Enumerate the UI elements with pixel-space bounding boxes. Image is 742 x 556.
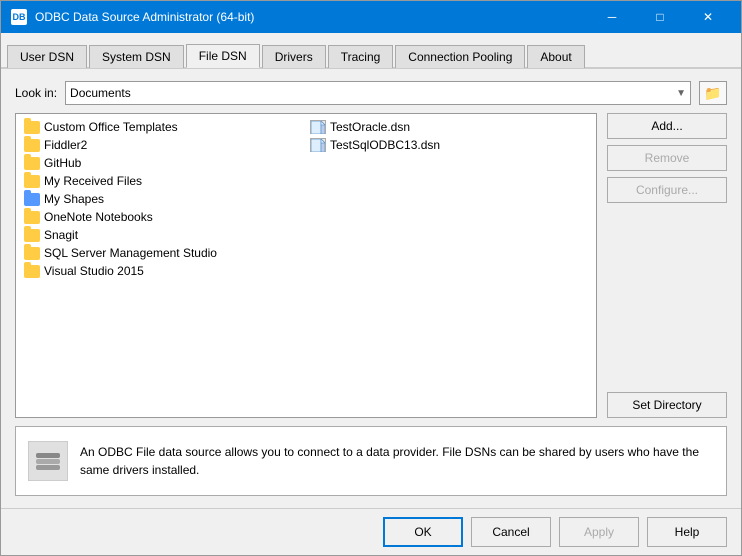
folder-browse-icon: 📁 <box>704 85 721 102</box>
remove-button[interactable]: Remove <box>607 145 727 171</box>
info-text: An ODBC File data source allows you to c… <box>80 443 714 479</box>
list-item[interactable]: Fiddler2 <box>20 136 306 154</box>
look-in-combo[interactable]: Documents ▼ <box>65 81 691 105</box>
dsn-file-icon <box>310 138 326 152</box>
look-in-row: Look in: Documents ▼ 📁 <box>15 81 727 105</box>
add-button[interactable]: Add... <box>607 113 727 139</box>
folder-icon <box>24 121 40 134</box>
close-button[interactable]: ✕ <box>685 7 731 27</box>
tab-system-dsn[interactable]: System DSN <box>89 45 184 68</box>
db-disk-1 <box>36 453 60 458</box>
combo-arrow-icon: ▼ <box>676 88 686 99</box>
list-item[interactable]: Visual Studio 2015 <box>20 262 306 280</box>
dsn-file-icon <box>310 120 326 134</box>
tab-file-dsn[interactable]: File DSN <box>186 44 260 68</box>
title-controls: ─ □ ✕ <box>589 7 731 27</box>
db-stack-icon <box>36 453 60 470</box>
db-disk-2 <box>36 459 60 464</box>
list-item[interactable]: TestSqlODBC13.dsn <box>306 136 592 154</box>
right-buttons-panel: Add... Remove Configure... Set Directory <box>607 113 727 418</box>
item-name: Custom Office Templates <box>44 120 178 134</box>
folder-icon <box>24 211 40 224</box>
apply-button[interactable]: Apply <box>559 517 639 547</box>
tab-user-dsn[interactable]: User DSN <box>7 45 87 68</box>
main-row: Custom Office Templates Fiddler2 GitHub … <box>15 113 727 418</box>
maximize-button[interactable]: □ <box>637 7 683 27</box>
item-name: Snagit <box>44 228 78 242</box>
list-item[interactable]: SQL Server Management Studio <box>20 244 306 262</box>
item-name: My Received Files <box>44 174 142 188</box>
list-item[interactable]: TestOracle.dsn <box>306 118 592 136</box>
folder-icon <box>24 229 40 242</box>
bottom-bar: OK Cancel Apply Help <box>1 508 741 555</box>
title-bar-left: DB ODBC Data Source Administrator (64-bi… <box>11 9 254 25</box>
file-column-right: TestOracle.dsn TestSqlODBC13.dsn <box>306 118 592 280</box>
main-content: Look in: Documents ▼ 📁 Custom Office Tem… <box>1 69 741 508</box>
folder-icon <box>24 265 40 278</box>
info-section: An ODBC File data source allows you to c… <box>15 426 727 496</box>
list-item[interactable]: GitHub <box>20 154 306 172</box>
item-name: OneNote Notebooks <box>44 210 153 224</box>
folder-icon <box>24 247 40 260</box>
folder-icon <box>24 175 40 188</box>
cancel-button[interactable]: Cancel <box>471 517 551 547</box>
help-button[interactable]: Help <box>647 517 727 547</box>
browse-folder-button[interactable]: 📁 <box>699 81 727 105</box>
tabs-bar: User DSN System DSN File DSN Drivers Tra… <box>1 33 741 69</box>
list-item[interactable]: Snagit <box>20 226 306 244</box>
list-item[interactable]: Custom Office Templates <box>20 118 306 136</box>
item-name: Fiddler2 <box>44 138 87 152</box>
look-in-value: Documents <box>70 86 131 100</box>
item-name: My Shapes <box>44 192 104 206</box>
file-list[interactable]: Custom Office Templates Fiddler2 GitHub … <box>15 113 597 418</box>
folder-icon-blue <box>24 193 40 206</box>
db-disk-3 <box>36 465 60 470</box>
list-item[interactable]: OneNote Notebooks <box>20 208 306 226</box>
folder-icon <box>24 157 40 170</box>
configure-button[interactable]: Configure... <box>607 177 727 203</box>
folder-icon <box>24 139 40 152</box>
list-item[interactable]: My Received Files <box>20 172 306 190</box>
window-title: ODBC Data Source Administrator (64-bit) <box>35 10 254 24</box>
app-icon: DB <box>11 9 27 25</box>
item-name: Visual Studio 2015 <box>44 264 144 278</box>
main-window: DB ODBC Data Source Administrator (64-bi… <box>0 0 742 556</box>
item-name: TestOracle.dsn <box>330 120 410 134</box>
file-column-left: Custom Office Templates Fiddler2 GitHub … <box>20 118 306 280</box>
ok-button[interactable]: OK <box>383 517 463 547</box>
right-top-buttons: Add... Remove Configure... <box>607 113 727 203</box>
list-item[interactable]: My Shapes <box>20 190 306 208</box>
tab-about[interactable]: About <box>527 45 584 68</box>
look-in-label: Look in: <box>15 86 57 100</box>
item-name: GitHub <box>44 156 81 170</box>
tab-tracing[interactable]: Tracing <box>328 45 394 68</box>
minimize-button[interactable]: ─ <box>589 7 635 27</box>
set-directory-button[interactable]: Set Directory <box>607 392 727 418</box>
tab-drivers[interactable]: Drivers <box>262 45 326 68</box>
title-bar: DB ODBC Data Source Administrator (64-bi… <box>1 1 741 33</box>
item-name: SQL Server Management Studio <box>44 246 217 260</box>
item-name: TestSqlODBC13.dsn <box>330 138 440 152</box>
database-icon <box>28 441 68 481</box>
tab-connection-pooling[interactable]: Connection Pooling <box>395 45 525 68</box>
right-bottom-button: Set Directory <box>607 392 727 418</box>
